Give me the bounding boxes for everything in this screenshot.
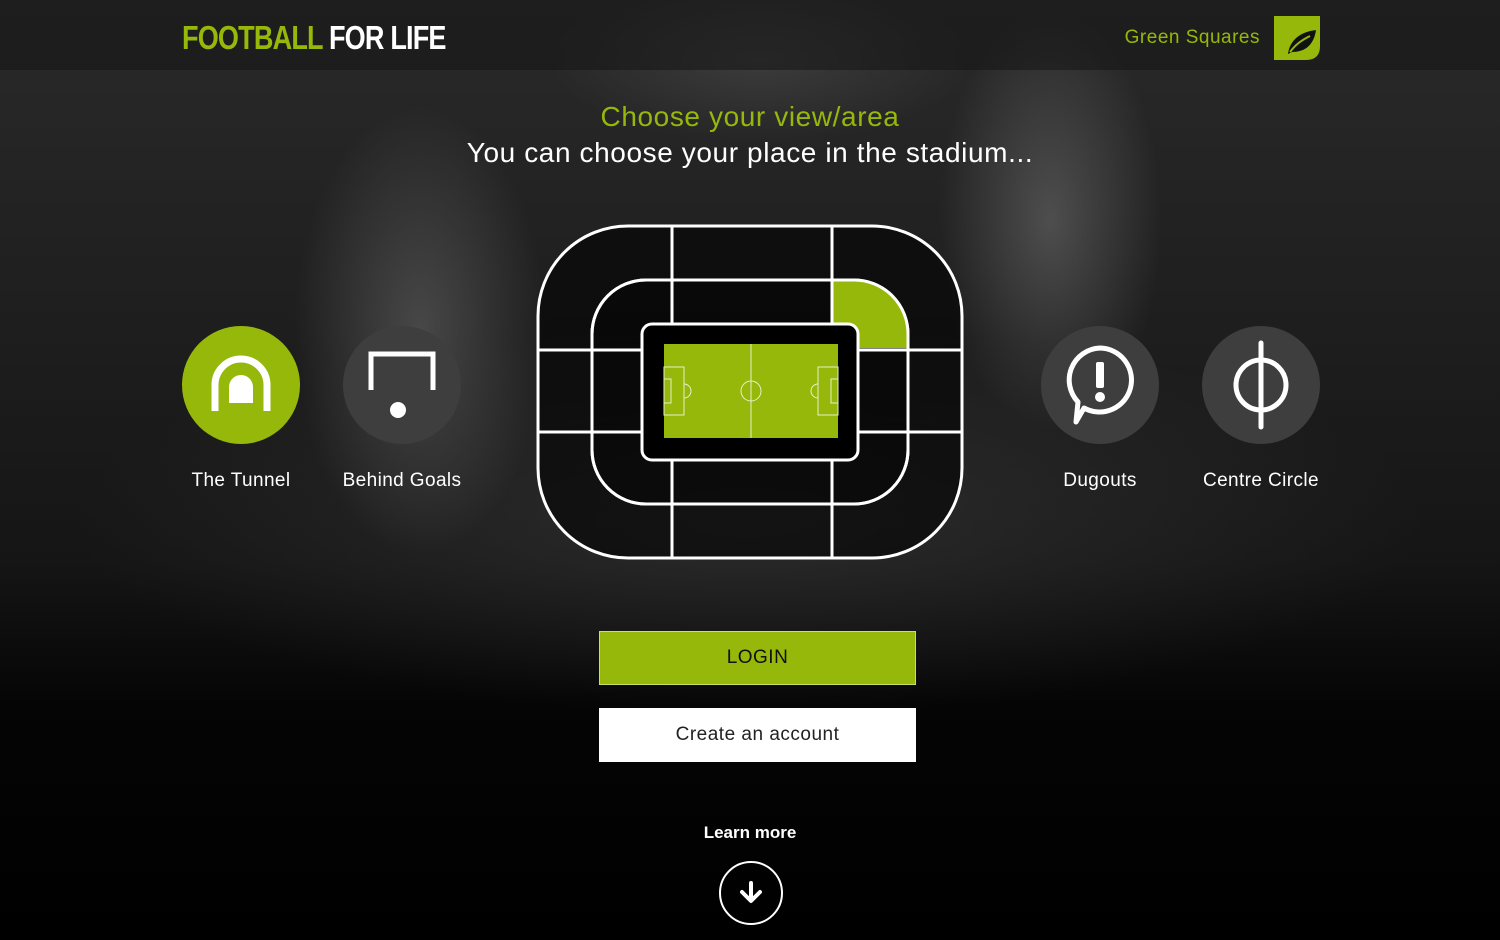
page-title: Choose your view/area [600,101,900,132]
top-bar: FOOTBALL FOR LIFE Green Squares [0,0,1500,70]
view-label: Behind Goals [342,470,462,491]
centre-circle-circle [1202,326,1320,444]
scroll-down-button[interactable] [719,861,783,925]
arrow-down-icon [740,881,762,903]
view-label: Centre Circle [1202,470,1320,491]
pitch [663,344,839,438]
dugouts-circle [1041,326,1159,444]
goal-circle [343,326,461,444]
view-label: Dugouts [1063,470,1137,491]
partner-link[interactable]: Green Squares [1125,15,1320,61]
centre-circle-icon [1233,340,1289,430]
brand-logo[interactable]: FOOTBALL FOR LIFE [182,20,446,56]
view-label: The Tunnel [191,470,291,491]
view-option-tunnel[interactable]: The Tunnel [171,326,311,492]
intro-heading: Choose your view/area You can choose you… [0,100,1500,172]
view-option-dugouts[interactable]: Dugouts [1030,326,1170,492]
leaf-square-icon [1274,16,1320,60]
goal-icon [368,351,436,418]
partner-name: Green Squares [1124,27,1260,48]
view-option-centre-circle[interactable]: Centre Circle [1191,326,1331,492]
learn-more-label[interactable]: Learn more [0,823,1500,843]
brand-for-life: FOR LIFE [328,19,447,56]
create-account-button[interactable]: Create an account [599,708,916,762]
login-button[interactable]: LOGIN [599,631,916,685]
tunnel-icon [211,355,271,411]
stadium-map[interactable] [536,224,964,560]
alert-bubble-icon [1066,345,1134,425]
brand-football: FOOTBALL [182,19,323,56]
tunnel-circle [182,326,300,444]
page-subtitle: You can choose your place in the stadium… [466,137,1034,168]
view-option-behind-goals[interactable]: Behind Goals [332,326,472,492]
